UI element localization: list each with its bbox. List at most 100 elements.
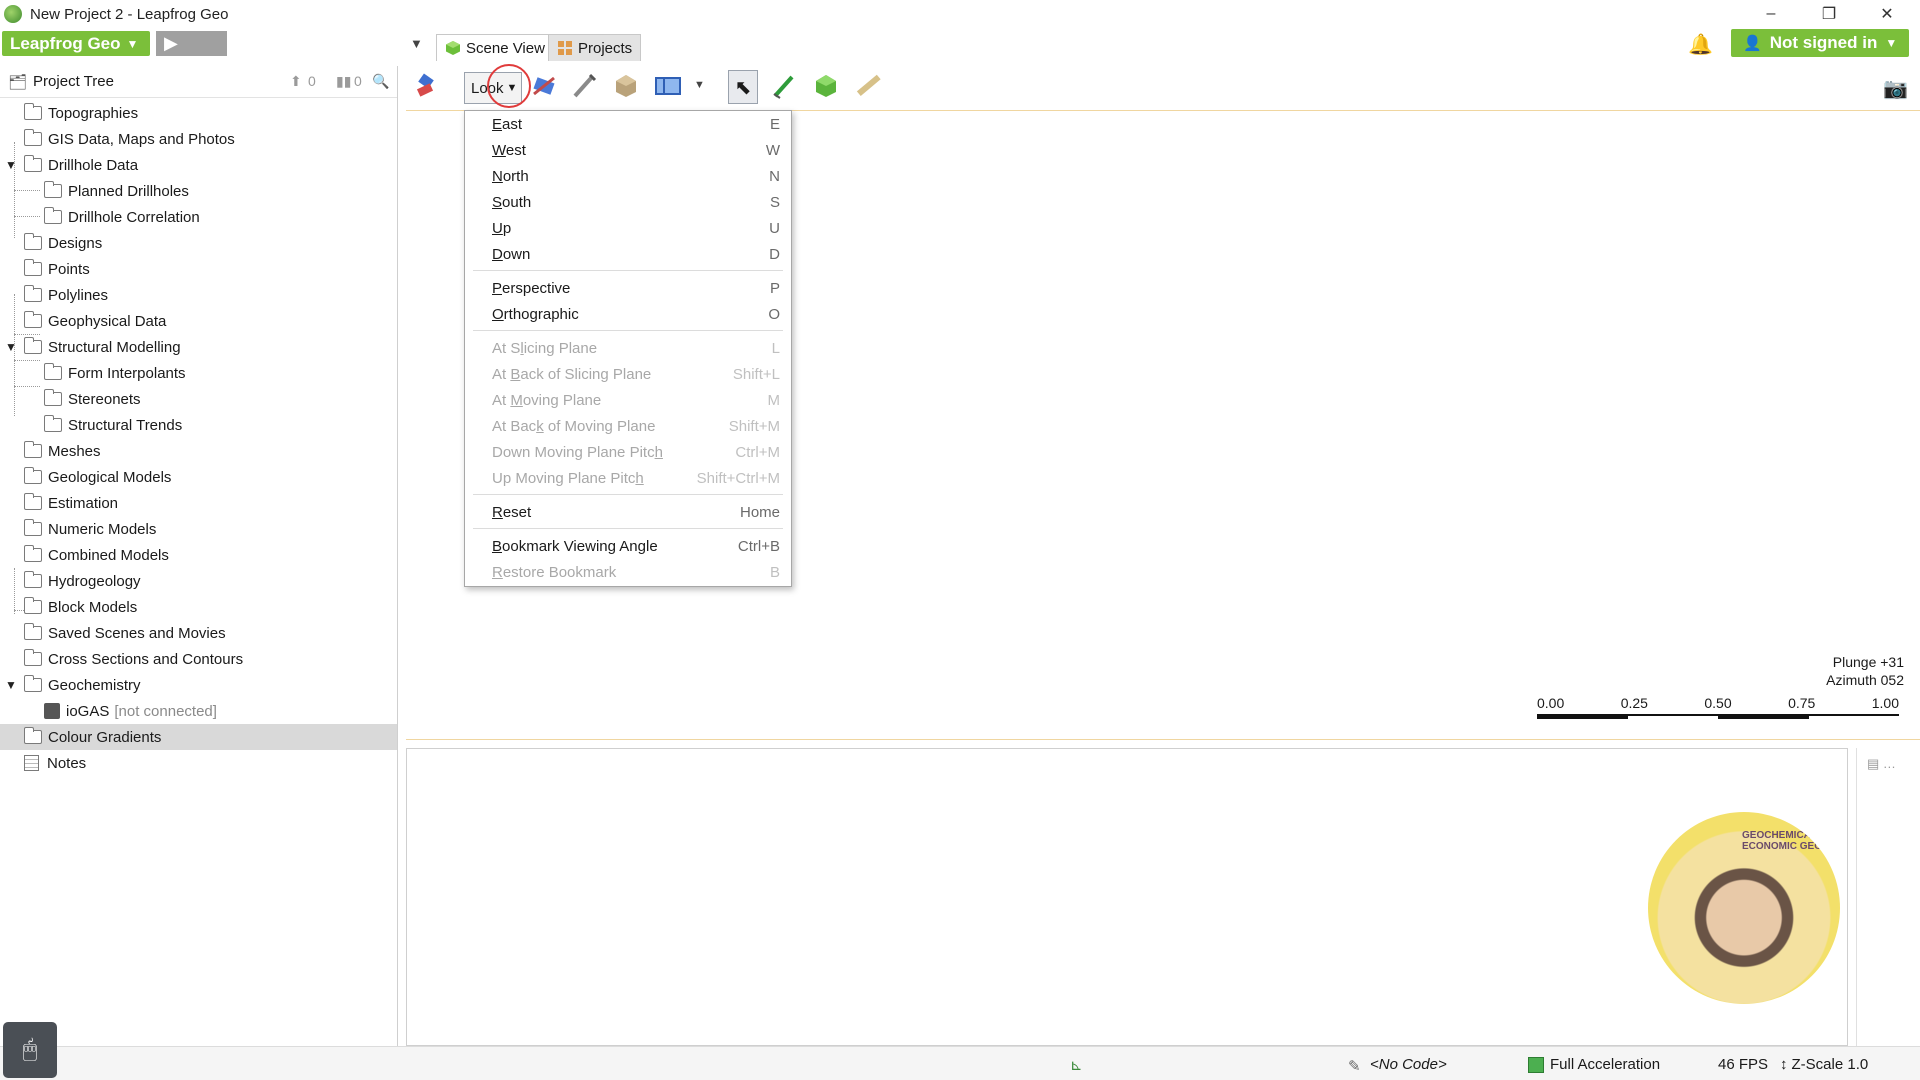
tree-item-label: Drillhole Correlation <box>68 208 200 226</box>
up-count: 0 <box>308 73 316 89</box>
tree-item-saved-scenes[interactable]: Saved Scenes and Movies <box>0 620 397 646</box>
folder-icon <box>23 675 42 692</box>
tree-item-geological-models[interactable]: Geological Models <box>0 464 397 490</box>
tree-item-label: Numeric Models <box>48 520 157 538</box>
project-tree-panel: 🗂 Project Tree ⬆ 0 ▮▮ 0 🔍 Topographies G… <box>0 66 398 1046</box>
tree-item-planned-drillholes[interactable]: Planned Drillholes <box>0 178 397 204</box>
tree-item-label: Notes <box>47 754 87 772</box>
camera-icon[interactable]: 📷 <box>1883 76 1908 101</box>
folder-icon <box>23 129 42 146</box>
cube-icon <box>446 41 460 55</box>
window-title: New Project 2 - Leapfrog Geo <box>30 5 229 23</box>
folder-icon <box>23 103 42 120</box>
expand-triangle-icon[interactable]: ▼ <box>5 678 17 692</box>
menu-item-north[interactable]: North N <box>465 163 791 189</box>
up-arrow-icon[interactable]: ⬆ <box>290 73 302 90</box>
expand-triangle-icon[interactable]: ▼ <box>5 158 17 172</box>
tree-item-label: Topographies <box>48 104 139 122</box>
folder-icon <box>23 623 42 640</box>
tree-item-structural-modelling[interactable]: ▼ Structural Modelling <box>0 334 397 360</box>
tree-item-stereonets[interactable]: Stereonets <box>0 386 397 412</box>
menu-item-perspective[interactable]: Perspective P <box>465 275 791 301</box>
folder-icon <box>23 519 42 536</box>
menu-item-up[interactable]: Up U <box>465 215 791 241</box>
tree-item-cross-sections[interactable]: Cross Sections and Contours <box>0 646 397 672</box>
tree-item-label: Structural Modelling <box>48 338 181 356</box>
move-plane-icon[interactable] <box>530 72 558 100</box>
tree-item-drillhole-data[interactable]: ▼ Drillhole Data <box>0 152 397 178</box>
expand-triangle-icon[interactable]: ▼ <box>5 340 17 354</box>
tree-item-combined-models[interactable]: Combined Models <box>0 542 397 568</box>
bars-icon[interactable]: ▮▮ <box>336 73 351 90</box>
draw-line-icon[interactable] <box>570 72 598 100</box>
sign-in-button[interactable]: 👤 Not signed in ▼ <box>1731 29 1909 57</box>
notes-icon <box>24 755 39 771</box>
folder-icon <box>23 311 42 328</box>
zscale-status[interactable]: ↕ Z-Scale 1.0 <box>1780 1056 1868 1073</box>
menu-item-at-back-of-slicing-plane: At Back of Slicing Plane Shift+L <box>492 365 780 383</box>
tree-item-label: Designs <box>48 234 103 252</box>
tree-item-gis-data[interactable]: GIS Data, Maps and Photos <box>0 126 397 152</box>
select-cursor-button[interactable]: ⬉ <box>728 70 758 104</box>
code-status[interactable]: ✎ <No Code> <box>1348 1056 1447 1075</box>
tree-item-numeric-models[interactable]: Numeric Models <box>0 516 397 542</box>
tree-item-hydrogeology[interactable]: Hydrogeology <box>0 568 397 594</box>
close-button[interactable]: ✕ <box>1859 0 1915 28</box>
tree-item-iogas[interactable]: ioGAS [not connected] <box>0 698 397 724</box>
tree-item-meshes[interactable]: Meshes <box>0 438 397 464</box>
shortcut: M <box>767 391 781 409</box>
mesh-tool-icon[interactable] <box>612 72 640 100</box>
tree-item-block-models[interactable]: Block Models <box>0 594 397 620</box>
shortcut: W <box>765 141 780 159</box>
tree-item-estimation[interactable]: Estimation <box>0 490 397 516</box>
tree-item-geophysical-data[interactable]: Geophysical Data <box>0 308 397 334</box>
shortcut: Ctrl+M <box>735 443 780 461</box>
play-button[interactable]: ▶ <box>156 31 227 56</box>
code-value: <No Code> <box>1370 1056 1447 1073</box>
tree-item-geochemistry[interactable]: ▼ Geochemistry <box>0 672 397 698</box>
tree-item-label: Block Models <box>48 598 138 616</box>
tree-item-polylines[interactable]: Polylines <box>0 282 397 308</box>
restore-button[interactable]: ❐ <box>1801 0 1857 28</box>
sign-in-label: Not signed in <box>1769 33 1878 52</box>
search-icon[interactable]: 🔍 <box>372 73 389 90</box>
menu-item-orthographic[interactable]: Orthographic O <box>465 301 791 327</box>
view-layout-icon[interactable] <box>654 72 682 100</box>
azimuth-value: Azimuth 052 <box>1826 672 1904 688</box>
interpret-pencil-icon[interactable] <box>770 72 798 100</box>
menu-item-reset[interactable]: Reset Home <box>465 499 791 525</box>
app-menu-button[interactable]: Leapfrog Geo ▼ <box>2 31 150 56</box>
acceleration-value: Full Acceleration <box>1550 1056 1661 1073</box>
surface-tool-icon[interactable] <box>812 72 840 100</box>
tree-item-label: Cross Sections and Contours <box>48 650 244 668</box>
tree-item-colour-gradients[interactable]: Colour Gradients <box>0 724 397 750</box>
shortcut: Ctrl+B <box>737 537 780 555</box>
minimize-button[interactable]: – <box>1743 0 1799 28</box>
tree-item-drillhole-correlation[interactable]: Drillhole Correlation <box>0 204 397 230</box>
tree-item-form-interpolants[interactable]: Form Interpolants <box>0 360 397 386</box>
menu-item-west[interactable]: West W <box>465 137 791 163</box>
tree-item-topographies[interactable]: Topographies <box>0 100 397 126</box>
menu-item-east[interactable]: East E <box>465 111 791 137</box>
tree-item-designs[interactable]: Designs <box>0 230 397 256</box>
tab-scene-view[interactable]: Scene View <box>436 34 554 61</box>
ruler-icon[interactable] <box>854 72 882 100</box>
slicer-tool-icon[interactable] <box>414 72 442 100</box>
shortcut: Home <box>739 503 780 521</box>
tab-projects[interactable]: Projects <box>548 34 642 61</box>
menu-item-bookmark-viewing-angle[interactable]: Bookmark Viewing Angle Ctrl+B <box>465 533 791 559</box>
shortcut: P <box>769 279 780 297</box>
menu-item-down[interactable]: Down D <box>465 241 791 267</box>
tree-item-label: Form Interpolants <box>68 364 186 382</box>
menu-item-south[interactable]: South S <box>465 189 791 215</box>
scale-bar: 0.00 0.25 0.50 0.75 1.00 <box>1537 695 1899 719</box>
menu-item-at-moving-plane: At Moving Plane M <box>492 391 781 409</box>
tree-item-points[interactable]: Points <box>0 256 397 282</box>
folder-icon <box>23 649 42 666</box>
tree-item-structural-trends[interactable]: Structural Trends <box>0 412 397 438</box>
tree-item-notes[interactable]: Notes <box>0 750 397 776</box>
panel-options-icon[interactable]: ▤ … <box>1867 756 1896 772</box>
view-layout-chevron-icon[interactable]: ▼ <box>694 79 705 91</box>
bell-icon[interactable]: 🔔 <box>1688 32 1713 57</box>
panel-chevron-down-icon[interactable]: ▼ <box>410 36 423 51</box>
